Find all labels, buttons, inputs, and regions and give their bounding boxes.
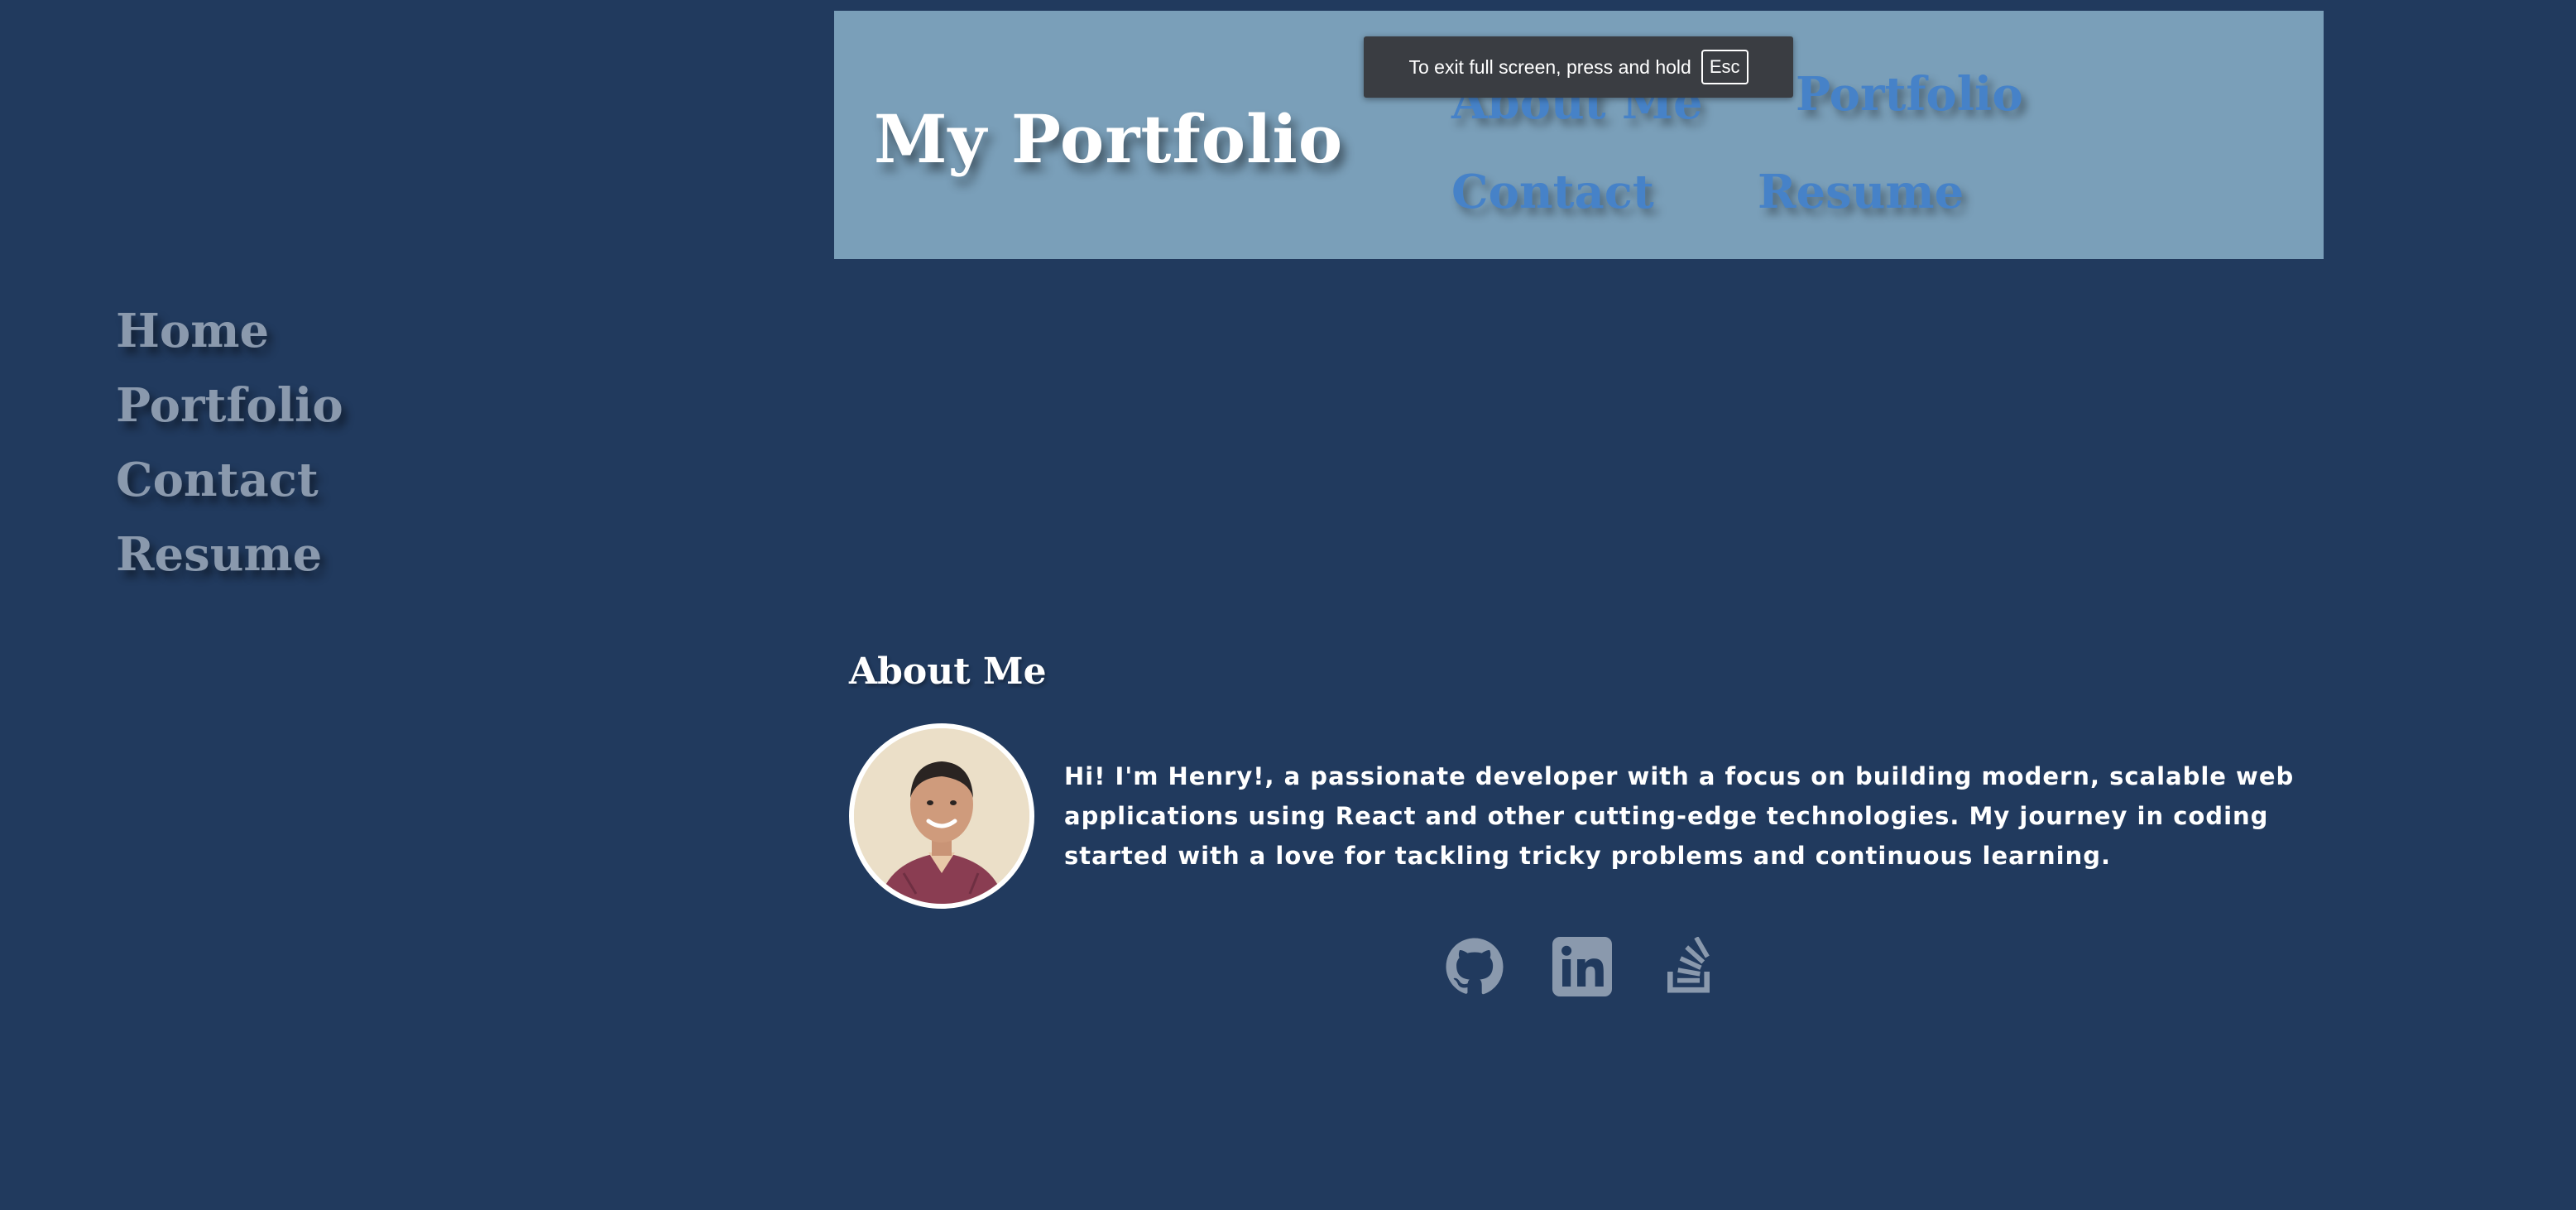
- side-nav-portfolio[interactable]: Portfolio: [116, 372, 343, 439]
- top-nav-portfolio[interactable]: Portfolio: [1796, 67, 2023, 122]
- side-nav-contact[interactable]: Contact: [116, 447, 343, 513]
- social-links: [1445, 937, 1720, 996]
- about-heading: About Me: [849, 651, 1047, 693]
- about-bio: Hi! I'm Henry!, a passionate developer w…: [1064, 762, 2295, 870]
- side-nav-home[interactable]: Home: [116, 298, 343, 364]
- top-nav-resume[interactable]: Resume: [1758, 165, 1964, 219]
- fullscreen-exit-toast: To exit full screen, press and hold Esc: [1364, 36, 1793, 98]
- top-nav-contact[interactable]: Contact: [1451, 165, 1654, 219]
- side-nav: Home Portfolio Contact Resume: [116, 298, 343, 588]
- linkedin-icon[interactable]: [1552, 937, 1612, 996]
- site-brand[interactable]: My Portfolio: [874, 100, 1343, 178]
- page: My Portfolio About Me Portfolio Contact …: [0, 0, 2576, 1210]
- esc-key-badge: Esc: [1701, 50, 1749, 84]
- avatar: [849, 723, 1034, 909]
- fullscreen-toast-message: To exit full screen, press and hold: [1408, 55, 1691, 78]
- profile-photo: [854, 728, 1029, 904]
- side-nav-resume[interactable]: Resume: [116, 521, 343, 588]
- stackoverflow-icon[interactable]: [1660, 937, 1720, 996]
- github-icon[interactable]: [1445, 937, 1504, 996]
